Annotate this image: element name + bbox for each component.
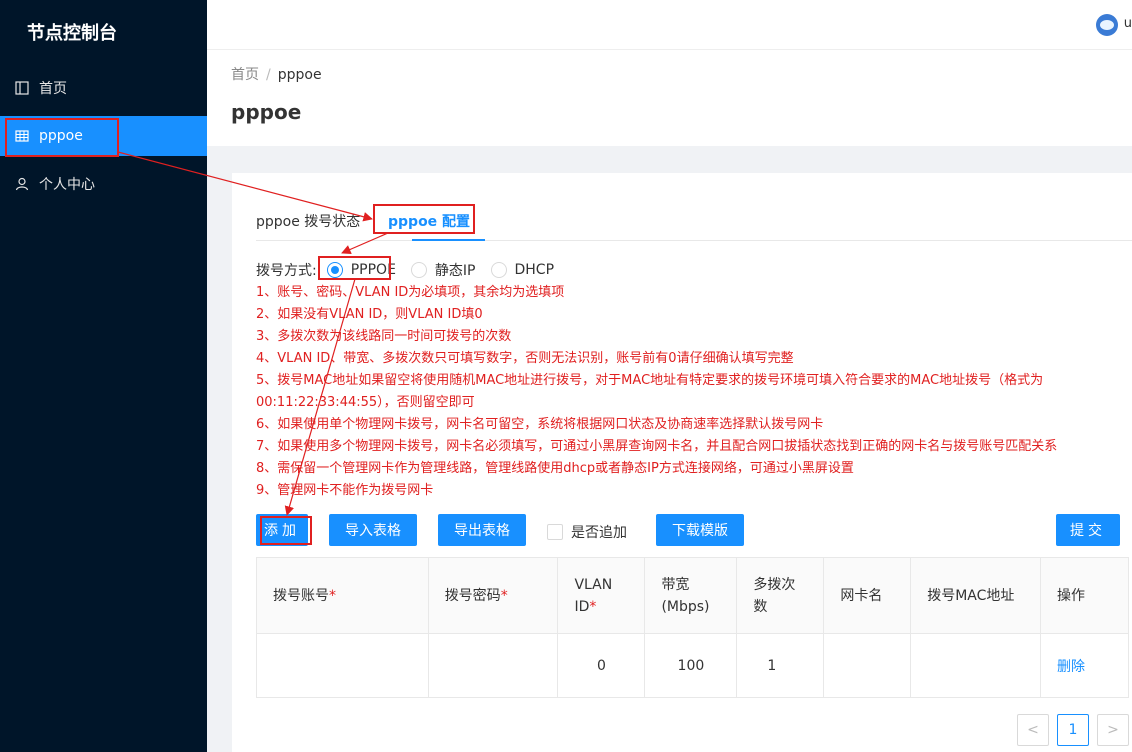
note-line: 3、多拨次数为该线路同一时间可拨号的次数 <box>256 329 512 344</box>
pagination-prev-button[interactable]: < <box>1017 714 1049 746</box>
radio-unchecked-icon[interactable] <box>490 262 507 278</box>
radio-label-dhcp: DHCP <box>514 262 555 278</box>
cell-mac[interactable] <box>910 633 1042 698</box>
tab-config[interactable]: pppoe 配置 <box>388 211 470 231</box>
col-header-action: 操作 <box>1040 557 1129 634</box>
cell-account[interactable] <box>256 633 429 698</box>
table-row: 0 100 1 删除 <box>256 633 1129 698</box>
tab-dial-status[interactable]: pppoe 拨号状态 <box>256 211 360 231</box>
sidebar: 节点控制台 首页 pppoe 个人中心 <box>0 0 207 752</box>
radio-label-static-ip: 静态IP <box>434 263 476 279</box>
append-checkbox[interactable] <box>547 524 563 540</box>
dial-mode-label: 拨号方式: <box>256 263 317 279</box>
sidebar-item-profile[interactable]: 个人中心 <box>0 164 207 204</box>
radio-label-pppoe: PPPOE <box>350 262 396 278</box>
cell-vlan[interactable]: 0 <box>557 633 646 698</box>
sidebar-item-home[interactable]: 首页 <box>0 68 207 108</box>
col-header-password: 拨号密码* <box>428 557 559 634</box>
col-header-multi-dial: 多拨次数 <box>736 557 825 634</box>
brand-title: 节点控制台 <box>27 23 117 44</box>
note-line: 4、VLAN ID、带宽、多拨次数只可填写数字，否则无法识别，账号前有0请仔细确… <box>256 351 794 366</box>
add-button[interactable]: 添加 <box>256 514 308 546</box>
username[interactable]: u <box>1124 16 1132 31</box>
col-header-mac: 拨号MAC地址 <box>910 557 1042 634</box>
tab-active-indicator <box>412 239 485 241</box>
note-line: 1、账号、密码、VLAN ID为必填项，其余均为选填项 <box>256 285 565 300</box>
breadcrumb: 首页 / pppoe <box>231 64 322 84</box>
delete-row-link[interactable]: 删除 <box>1057 659 1085 675</box>
radio-checked-icon[interactable] <box>326 262 343 278</box>
col-header-nic: 网卡名 <box>823 557 912 634</box>
dial-mode-group: 拨号方式: PPPOE 静态IP DHCP <box>256 260 569 280</box>
note-line: 2、如果没有VLAN ID，则VLAN ID填0 <box>256 307 483 322</box>
table-header-row: 拨号账号* 拨号密码* VLAN ID* 带宽 (Mbps) 多拨次数 网卡名 拨号… <box>256 557 1129 634</box>
cell-action: 删除 <box>1040 633 1129 698</box>
breadcrumb-separator: / <box>266 67 271 83</box>
cell-password[interactable] <box>428 633 559 698</box>
cell-nic[interactable] <box>823 633 912 698</box>
radio-unchecked-icon[interactable] <box>410 262 427 278</box>
export-table-button[interactable]: 导出表格 <box>438 514 526 546</box>
sidebar-item-label: 首页 <box>39 81 67 97</box>
append-checkbox-label: 是否追加 <box>571 525 627 541</box>
note-line: 5、拨号MAC地址如果留空将使用随机MAC地址进行拨号，对于MAC地址有特定要求… <box>256 373 1044 388</box>
radio-pppoe[interactable]: PPPOE <box>326 262 396 278</box>
col-header-vlan: VLAN ID* <box>557 557 646 634</box>
user-icon <box>15 177 29 191</box>
page-title: pppoe <box>231 100 302 124</box>
download-template-button[interactable]: 下载模版 <box>656 514 744 546</box>
dial-accounts-table: 拨号账号* 拨号密码* VLAN ID* 带宽 (Mbps) 多拨次数 网卡名 拨号… <box>256 557 1129 698</box>
breadcrumb-home[interactable]: 首页 <box>231 67 259 83</box>
col-header-bandwidth: 带宽 (Mbps) <box>644 557 738 634</box>
note-line: 00:11:22:33:44:55），否则留空即可 <box>256 395 475 410</box>
cell-bandwidth[interactable]: 100 <box>644 633 738 698</box>
note-line: 6、如果使用单个物理网卡拨号，网卡名可留空，系统将根据网口状态及协商速率选择默认… <box>256 417 824 432</box>
col-header-account: 拨号账号* <box>256 557 429 634</box>
breadcrumb-current: pppoe <box>277 67 322 83</box>
pagination-next-button[interactable]: > <box>1097 714 1129 746</box>
sidebar-item-label: pppoe <box>39 128 83 144</box>
radio-static-ip[interactable]: 静态IP <box>410 260 476 280</box>
layout-icon <box>15 81 29 95</box>
radio-dhcp[interactable]: DHCP <box>490 262 555 278</box>
note-line: 8、需保留一个管理网卡作为管理线路，管理线路使用dhcp或者静态IP方式连接网络… <box>256 461 854 476</box>
content-card: pppoe 拨号状态 pppoe 配置 拨号方式: PPPOE 静态IP DHC… <box>232 173 1132 752</box>
avatar[interactable] <box>1096 14 1118 36</box>
pagination-page-1[interactable]: 1 <box>1057 714 1089 746</box>
avatar-face-icon <box>1100 20 1114 30</box>
sidebar-item-label: 个人中心 <box>39 177 95 193</box>
import-table-button[interactable]: 导入表格 <box>329 514 417 546</box>
note-line: 7、如果使用多个物理网卡拨号，网卡名必须填写，可通过小黑屏查询网卡名，并且配合网… <box>256 439 1058 454</box>
sidebar-item-pppoe[interactable]: pppoe <box>0 116 207 156</box>
table-icon <box>15 129 29 143</box>
tabs: pppoe 拨号状态 pppoe 配置 <box>256 205 1132 241</box>
top-bar: u <box>207 0 1132 50</box>
page-header: 首页 / pppoe pppoe <box>207 50 1132 146</box>
cell-multi-dial[interactable]: 1 <box>736 633 825 698</box>
note-line: 9、管理网卡不能作为拨号网卡 <box>256 483 434 498</box>
append-checkbox-row[interactable]: 是否追加 <box>547 522 627 542</box>
submit-button[interactable]: 提交 <box>1056 514 1120 546</box>
instruction-notes: 1、账号、密码、VLAN ID为必填项，其余均为选填项 2、如果没有VLAN I… <box>256 282 1126 502</box>
